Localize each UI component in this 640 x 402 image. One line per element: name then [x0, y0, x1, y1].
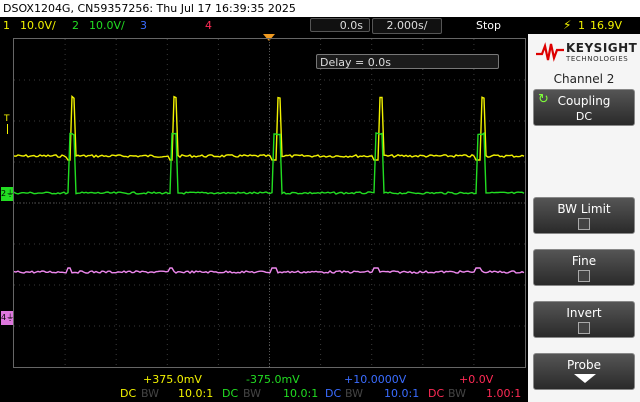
ch4-offset[interactable]: +0.0V: [459, 373, 493, 386]
invert-label: Invert: [566, 306, 602, 320]
graticule: [14, 39, 525, 367]
trigger-source: 1: [578, 19, 585, 32]
ch4-ground-marker[interactable]: 4⏚: [1, 311, 14, 325]
keysight-wave-icon: [536, 42, 564, 62]
ch4-ground-label: 4: [1, 313, 7, 322]
ch3-probe: 10.0:1: [384, 387, 420, 400]
coupling-softkey[interactable]: ↻ Coupling DC: [533, 89, 635, 126]
ch1-bw: BW: [141, 387, 160, 400]
ch1-coupling: DC: [120, 387, 137, 400]
run-state[interactable]: Stop: [476, 17, 501, 34]
ch2-scale[interactable]: 10.0V/: [89, 17, 125, 34]
rising-edge-icon[interactable]: ⚡: [563, 17, 571, 34]
window-title: DSOX1204G, CN59357256: Thu Jul 17 16:39:…: [0, 0, 640, 17]
invert-checkbox[interactable]: [578, 322, 590, 334]
ch3-offset[interactable]: +10.0000V: [344, 373, 406, 386]
ch4-coupling: DC: [428, 387, 445, 400]
channel-info-bar: +375.0mV DC BW 10.0:1 -375.0mV DC BW 10.…: [0, 370, 528, 402]
bw-limit-label: BW Limit: [557, 202, 611, 216]
time-reference[interactable]: 0.0s: [310, 18, 370, 32]
ch2-probe: 10.0:1: [283, 387, 319, 400]
brand-name: KEYSIGHT: [566, 41, 638, 55]
ch1-probe: 10.0:1: [178, 387, 214, 400]
timebase-scale[interactable]: 2.000s/: [372, 18, 442, 34]
ch1-offset[interactable]: +375.0mV: [143, 373, 202, 386]
ch1-scale[interactable]: 10.0V/: [20, 17, 56, 34]
probe-softkey[interactable]: Probe: [533, 353, 635, 390]
ch2-ground-label: 2: [1, 189, 7, 198]
menu-title: Channel 2: [553, 72, 615, 86]
ch2-bw: BW: [243, 387, 262, 400]
ch4-number[interactable]: 4: [205, 17, 212, 34]
trigger-level[interactable]: 16.9V: [590, 17, 622, 34]
fine-checkbox[interactable]: [578, 270, 590, 282]
trigger-level-marker[interactable]: T: [3, 114, 12, 134]
keysight-logo: KEYSIGHT TECHNOLOGIES: [532, 38, 638, 68]
brand-sub: TECHNOLOGIES: [566, 55, 629, 63]
ch4-probe: 1.00:1: [486, 387, 522, 400]
bw-limit-softkey[interactable]: BW Limit: [533, 197, 635, 234]
ch3-number[interactable]: 3: [140, 17, 147, 34]
coupling-value: DC: [575, 110, 593, 123]
submenu-arrow-icon: [574, 374, 596, 383]
waveform-display[interactable]: [13, 38, 526, 368]
trigger-level-label: T: [4, 114, 10, 124]
status-bar: 1 10.0V/ 2 10.0V/ 3 4 0.0s 2.000s/ Stop …: [0, 17, 640, 34]
coupling-label: Coupling: [557, 94, 611, 108]
fine-label: Fine: [571, 254, 597, 268]
ch4-bw: BW: [448, 387, 467, 400]
fine-softkey[interactable]: Fine: [533, 249, 635, 286]
softkey-panel: KEYSIGHT TECHNOLOGIES Channel 2 ↻ Coupli…: [528, 34, 640, 402]
invert-softkey[interactable]: Invert: [533, 301, 635, 338]
ch2-coupling: DC: [222, 387, 239, 400]
probe-label: Probe: [566, 358, 602, 372]
delay-readout: Delay = 0.0s: [316, 54, 499, 69]
ch3-coupling: DC: [325, 387, 342, 400]
ch2-number[interactable]: 2: [72, 17, 79, 34]
ch3-bw: BW: [345, 387, 364, 400]
ch2-offset[interactable]: -375.0mV: [246, 373, 300, 386]
ch2-ground-marker[interactable]: 2⏚: [1, 187, 14, 201]
ch1-number[interactable]: 1: [3, 17, 10, 34]
bw-limit-checkbox[interactable]: [578, 218, 590, 230]
